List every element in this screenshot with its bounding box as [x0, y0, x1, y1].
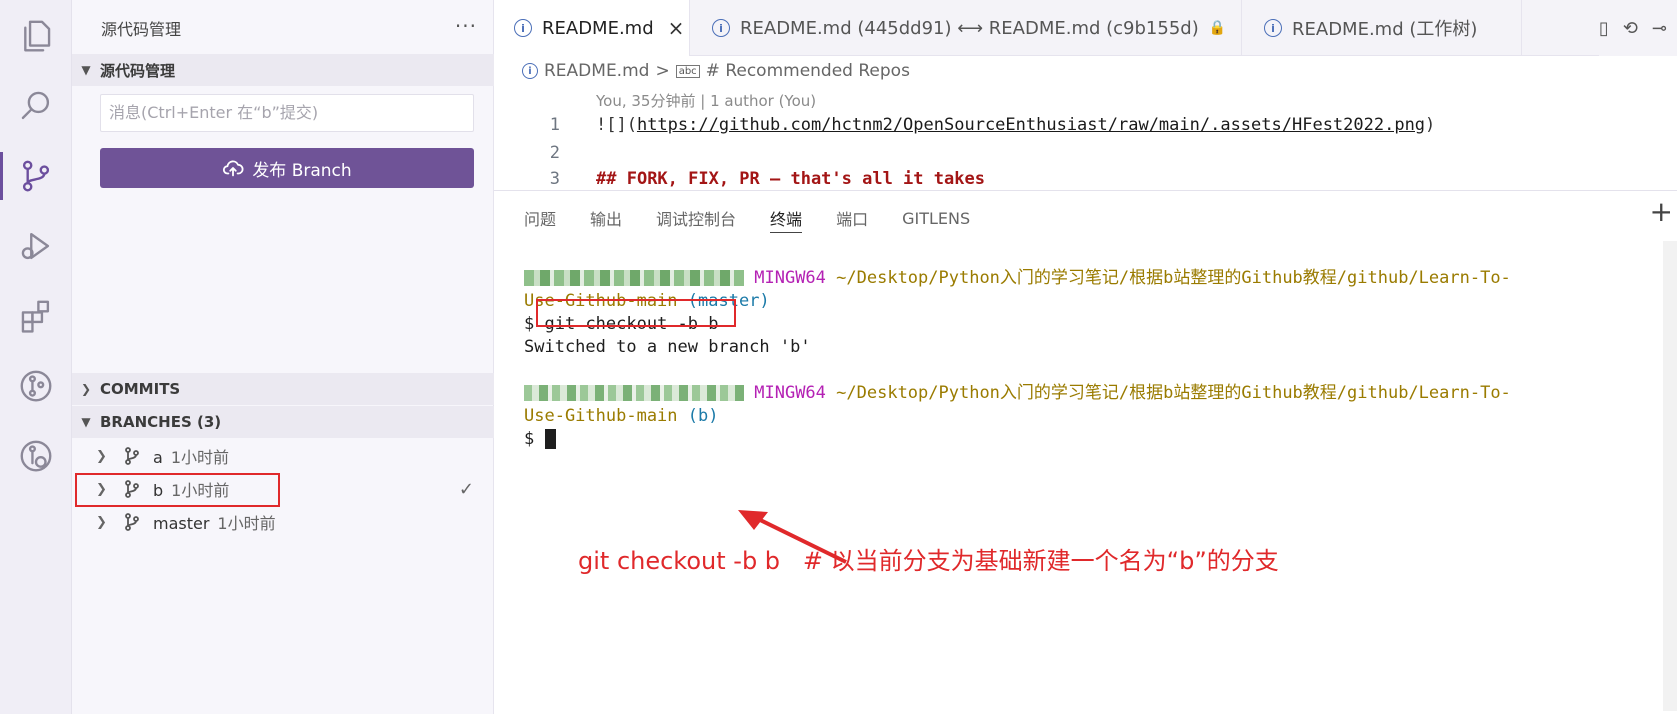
- source-control-sidebar: 源代码管理 ··· ▼ 源代码管理 消息(Ctrl+Enter 在“b”提交) …: [72, 0, 494, 714]
- new-terminal-icon[interactable]: +: [1650, 195, 1673, 228]
- explorer-icon[interactable]: [0, 6, 72, 66]
- branch-item-a[interactable]: ❯ a 1小时前: [72, 440, 494, 472]
- source-control-icon[interactable]: [0, 146, 72, 206]
- chevron-right-icon: ❯: [96, 514, 107, 530]
- branch-name: master: [153, 514, 210, 533]
- terminal-env: MINGW64: [754, 383, 826, 403]
- commits-title: COMMITS: [100, 380, 181, 398]
- terminal-path: ~/Desktop/Python入门的学习笔记/根据b站整理的Github教程/…: [836, 268, 1511, 288]
- code-line: 2: [494, 140, 1677, 166]
- code-heading: FORK, FIX, PR — that's all it takes: [626, 169, 985, 189]
- terminal-env: MINGW64: [754, 268, 826, 288]
- editor-tabs: i README.md × i README.md (445dd91) ⟷ RE…: [494, 0, 1677, 56]
- breadcrumb-file[interactable]: README.md: [544, 61, 649, 81]
- terminal-branch: (b): [687, 406, 719, 426]
- gitlens-inspect-icon[interactable]: [0, 426, 72, 486]
- tab-readme[interactable]: i README.md ×: [494, 0, 690, 56]
- breadcrumb-symbol[interactable]: # Recommended Repos: [706, 61, 910, 81]
- line-number: 3: [549, 169, 560, 189]
- redacted-user-host: [524, 385, 744, 401]
- terminal-output[interactable]: MINGW64 ~/Desktop/Python入门的学习笔记/根据b站整理的G…: [524, 267, 1511, 451]
- codelens-blame[interactable]: You, 35分钟前 | 1 author (You): [596, 90, 816, 111]
- code-line: 1 ![](https://github.com/hctnm2/OpenSour…: [494, 112, 1677, 138]
- tab-debug-console[interactable]: 调试控制台: [656, 203, 736, 233]
- commit-message-input[interactable]: 消息(Ctrl+Enter 在“b”提交): [100, 94, 474, 132]
- branches-section-header[interactable]: ▼ BRANCHES (3): [72, 406, 494, 438]
- tab-terminal[interactable]: 终端: [770, 203, 803, 233]
- editor-actions: ▯ ⟲ ⊸: [1598, 0, 1677, 56]
- terminal-prompt: $: [524, 429, 535, 449]
- tab-output[interactable]: 输出: [590, 203, 622, 233]
- publish-branch-button[interactable]: 发布 Branch: [100, 148, 474, 188]
- code-text: ![](: [596, 115, 637, 135]
- editor-area: i README.md × i README.md (445dd91) ⟷ RE…: [494, 0, 1677, 714]
- breadcrumb: i README.md > abc # Recommended Repos: [522, 60, 910, 82]
- close-icon[interactable]: ×: [668, 16, 685, 40]
- highlight-box-command: [536, 299, 736, 327]
- terminal-path: ~/Desktop/Python入门的学习笔记/根据b站整理的Github教程/…: [836, 383, 1511, 403]
- info-icon: i: [712, 19, 730, 37]
- code-text: ): [1425, 115, 1436, 135]
- run-debug-icon[interactable]: [0, 216, 72, 276]
- chevron-down-icon: ▼: [81, 415, 91, 429]
- info-icon: i: [1264, 19, 1282, 37]
- source-control-section-header[interactable]: ▼ 源代码管理: [72, 54, 494, 86]
- current-branch-check-icon: ✓: [458, 478, 474, 500]
- annotation-text: git checkout -b b # 以当前分支为基础新建一个名为“b”的分支: [578, 547, 1279, 575]
- terminal-scrollbar[interactable]: [1663, 241, 1677, 711]
- branch-time: 1小时前: [170, 448, 229, 467]
- tab-label: README.md (工作树): [1292, 19, 1478, 40]
- symbol-string-icon: abc: [675, 64, 700, 78]
- chevron-down-icon: ▼: [81, 63, 91, 77]
- breadcrumb-separator: >: [655, 61, 670, 81]
- line-number: 2: [549, 143, 560, 163]
- sidebar-title: 源代码管理: [101, 20, 182, 39]
- branch-time: 1小时前: [217, 514, 276, 533]
- open-preview-icon[interactable]: ▯: [1599, 18, 1609, 39]
- tab-readme-diff[interactable]: i README.md (445dd91) ⟷ README.md (c9b15…: [690, 0, 1242, 56]
- info-icon: i: [522, 63, 538, 79]
- publish-branch-label: 发布 Branch: [252, 160, 352, 181]
- branches-title: BRANCHES (3): [100, 413, 222, 431]
- compare-changes-icon[interactable]: ⟲: [1623, 18, 1638, 39]
- info-icon: i: [514, 19, 532, 37]
- terminal-cursor: [544, 429, 556, 449]
- tab-label: README.md: [542, 17, 654, 39]
- git-commit-icon[interactable]: ⊸: [1652, 18, 1667, 39]
- gitlens-icon[interactable]: [0, 356, 72, 416]
- section-title: 源代码管理: [100, 61, 176, 80]
- redacted-user-host: [524, 270, 744, 286]
- branch-item-master[interactable]: ❯ master 1小时前: [72, 506, 494, 538]
- search-icon[interactable]: [0, 76, 72, 136]
- terminal-path: Use-Github-main: [524, 406, 678, 426]
- tab-gitlens[interactable]: GITLENS: [902, 203, 970, 233]
- more-actions-icon[interactable]: ···: [455, 14, 477, 38]
- tab-ports[interactable]: 端口: [836, 203, 868, 233]
- lock-icon: 🔒: [1208, 20, 1227, 36]
- tab-label: README.md (445dd91) ⟷ README.md (c9b155d…: [740, 17, 1199, 39]
- extensions-icon[interactable]: [0, 286, 72, 346]
- chevron-right-icon: ❯: [80, 382, 92, 396]
- terminal-prompt: $: [524, 314, 535, 334]
- cloud-upload-icon: [223, 160, 244, 177]
- branch-icon: [125, 447, 139, 465]
- highlight-box-branch-b: [75, 473, 280, 507]
- code-text: ##: [596, 169, 627, 189]
- tab-readme-worktree[interactable]: i README.md (工作树): [1242, 0, 1522, 56]
- chevron-right-icon: ❯: [96, 448, 107, 464]
- code-line: 3 ## FORK, FIX, PR — that's all it takes: [494, 168, 1677, 190]
- commits-section-header[interactable]: ❯ COMMITS: [72, 373, 494, 405]
- tab-problems[interactable]: 问题: [524, 203, 556, 233]
- branch-name: a: [153, 448, 163, 467]
- panel-tabs: 问题 输出 调试控制台 终端 端口 GITLENS: [524, 203, 1004, 233]
- code-link[interactable]: https://github.com/hctnm2/OpenSourceEnth…: [637, 115, 1425, 135]
- bottom-panel: 问题 输出 调试控制台 终端 端口 GITLENS + MINGW64 ~/De…: [494, 190, 1677, 714]
- activity-bar: [0, 0, 72, 714]
- terminal-output-line: Switched to a new branch 'b': [524, 337, 811, 357]
- branch-icon: [125, 513, 139, 531]
- line-number: 1: [549, 115, 560, 135]
